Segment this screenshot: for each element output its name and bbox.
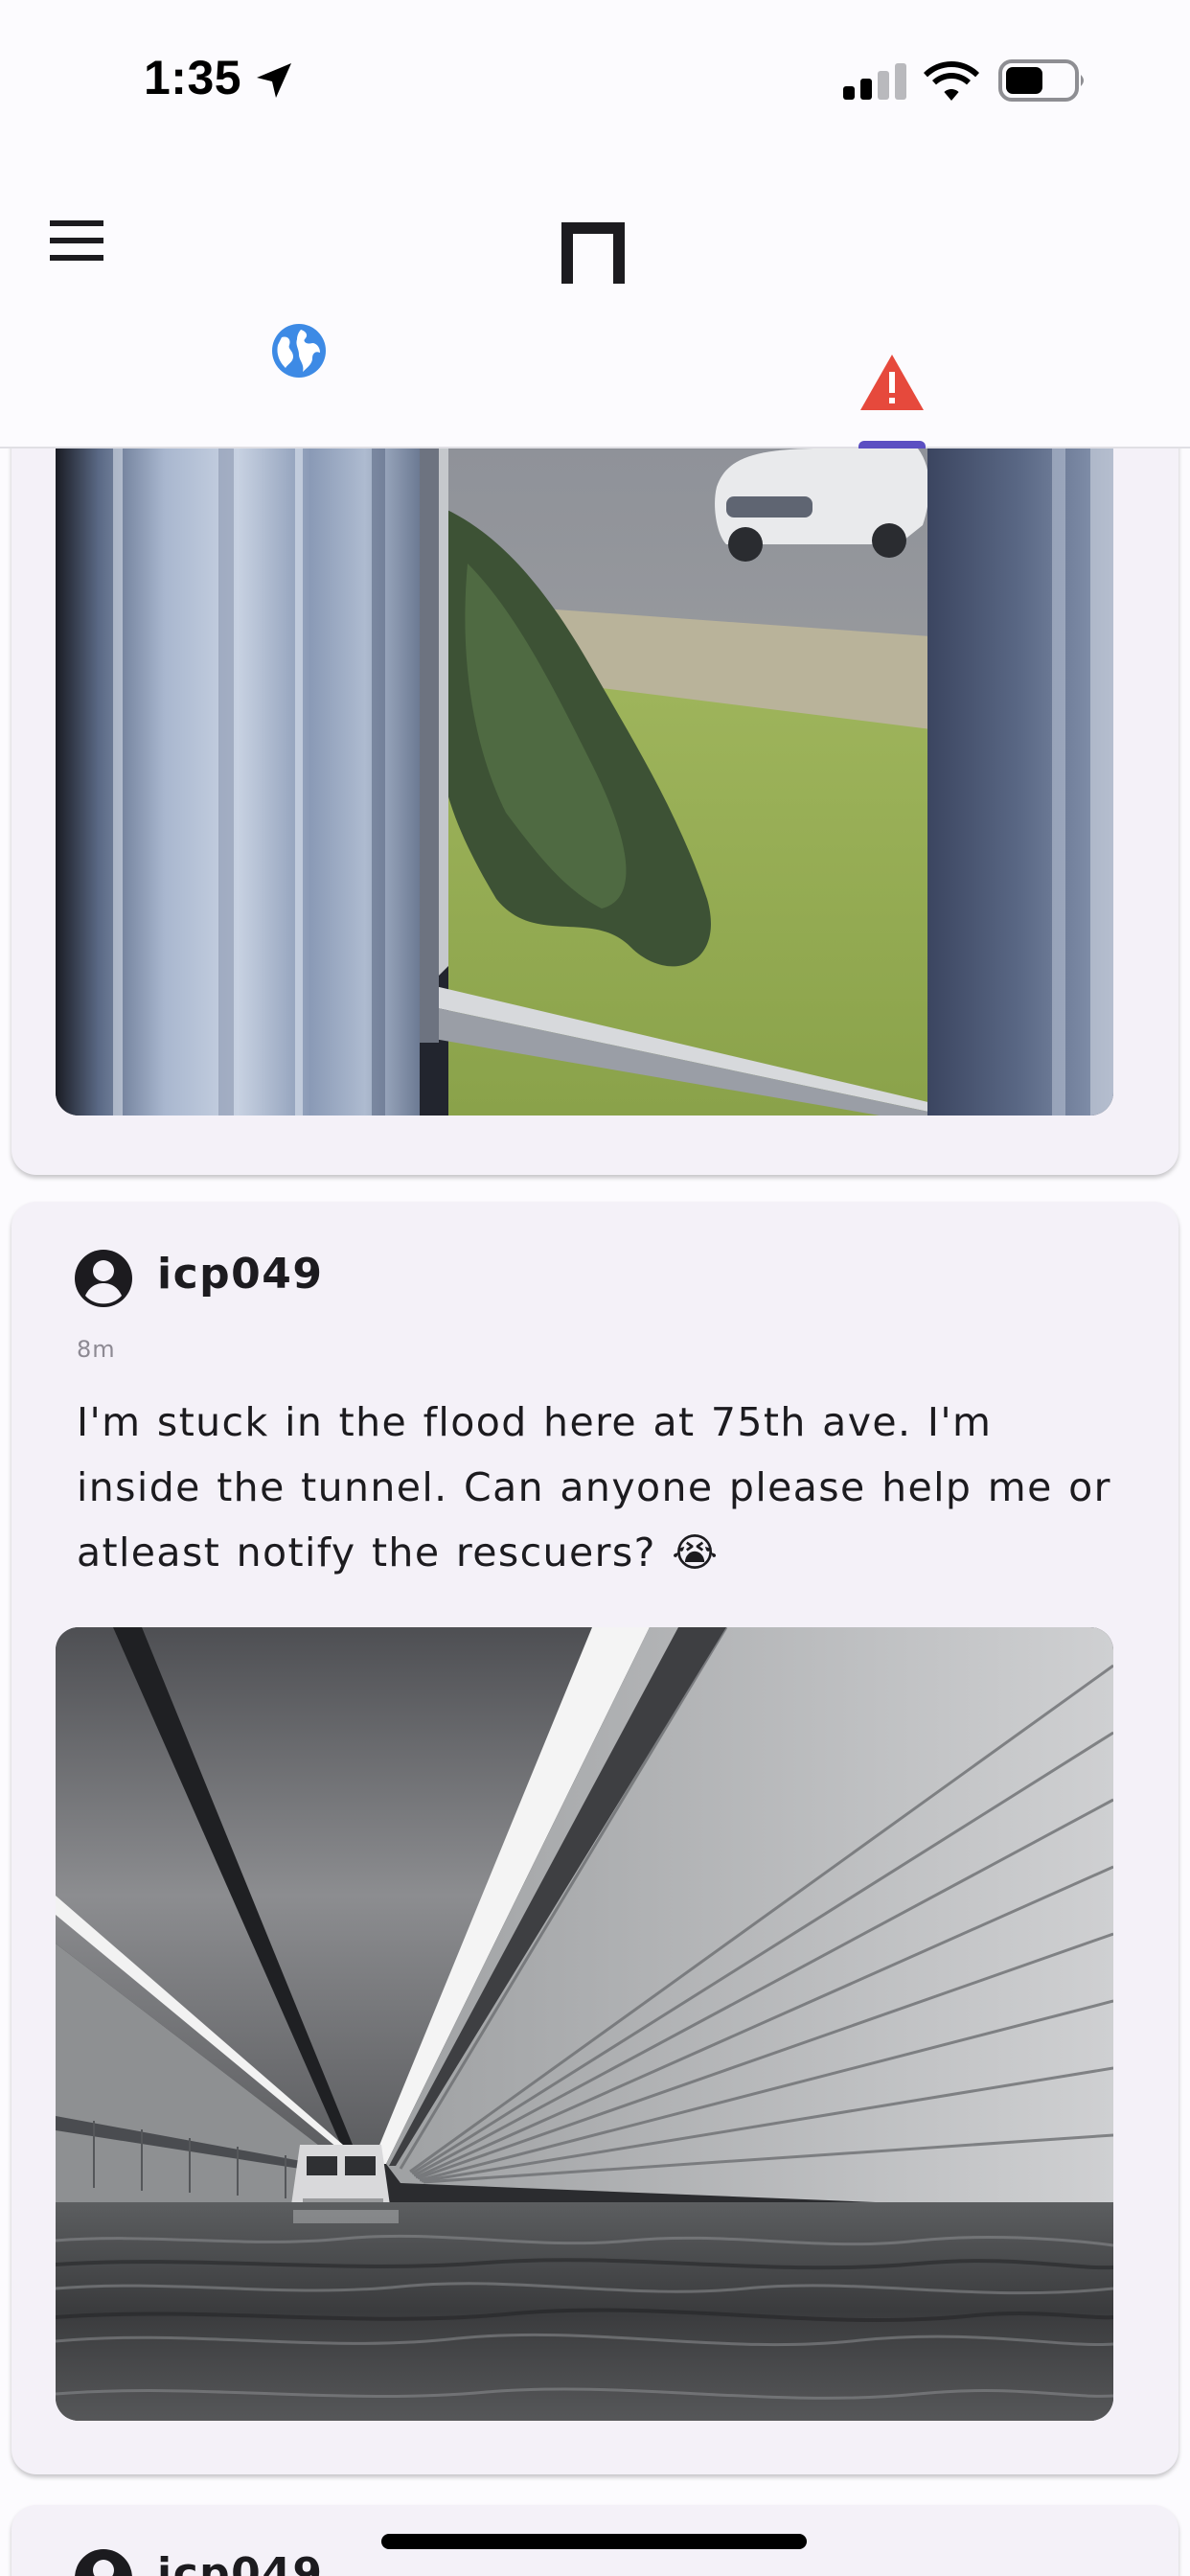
post-card[interactable]: icp049 8m I'm stuck in the flood here at… <box>11 1202 1179 2474</box>
tunnel-photo-graphic <box>56 1627 1113 2421</box>
warning-icon[interactable] <box>860 355 924 410</box>
post-text: I'm stuck in the flood here at 75th ave.… <box>77 1399 1111 1576</box>
location-arrow-icon <box>257 63 291 98</box>
globe-icon[interactable] <box>270 322 328 380</box>
battery-icon <box>998 59 1084 102</box>
post-card[interactable] <box>11 448 1179 1175</box>
status-bar: 1:35 <box>0 0 1190 153</box>
cellular-signal-icon <box>843 63 906 100</box>
post-username[interactable]: icp049 <box>157 1250 324 1299</box>
window-photo-graphic <box>56 448 1113 1116</box>
app-logo-icon <box>561 222 625 284</box>
feed[interactable]: icp049 8m I'm stuck in the flood here at… <box>0 448 1190 2576</box>
status-time: 1:35 <box>144 51 242 104</box>
app-bar <box>0 153 1190 448</box>
menu-icon[interactable] <box>50 220 103 261</box>
post-photo-tunnel[interactable] <box>56 1627 1113 2421</box>
avatar-icon[interactable] <box>75 2549 132 2576</box>
post-timestamp: 8m <box>77 1336 116 1363</box>
wifi-icon <box>924 61 979 101</box>
post-username[interactable]: icp049 <box>157 2549 324 2576</box>
avatar-icon[interactable] <box>75 1250 132 1307</box>
tab-indicator <box>858 441 926 448</box>
screen: 1:35 icp049 8m I'm stuck in the flood he… <box>0 0 1190 2576</box>
home-indicator[interactable] <box>381 2534 807 2549</box>
post-photo-window[interactable] <box>56 448 1113 1116</box>
